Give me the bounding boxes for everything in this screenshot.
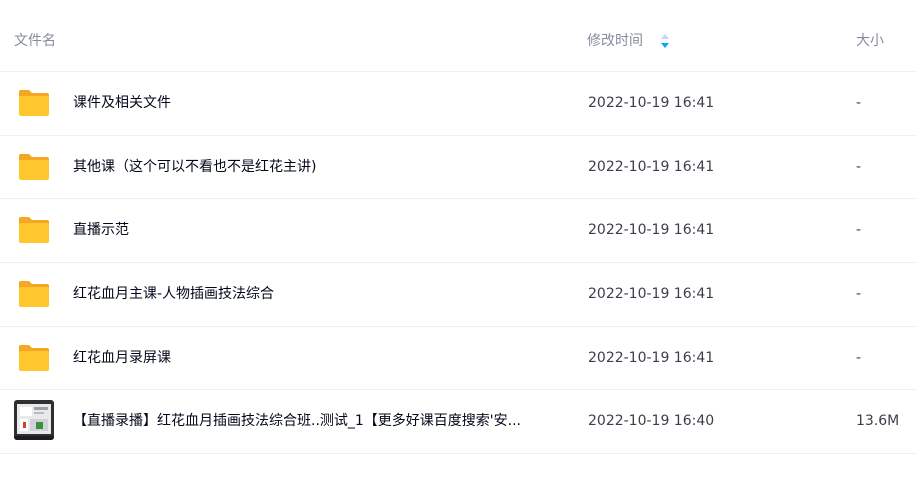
file-name[interactable]: 其他课（这个可以不看也不是红花主讲): [73, 158, 553, 176]
file-name[interactable]: 红花血月主课-人物插画技法综合: [73, 285, 553, 303]
file-modified-time: 2022-10-19 16:41: [588, 349, 715, 366]
folder-icon: [19, 217, 49, 244]
file-name[interactable]: 课件及相关文件: [73, 94, 553, 112]
column-header-size[interactable]: 大小: [856, 32, 884, 50]
file-size: -: [856, 158, 862, 175]
folder-icon: [19, 344, 49, 371]
file-rows: 课件及相关文件 2022-10-19 16:41 - 其他课（这个可以不看也不是…: [0, 72, 917, 455]
video-thumbnail-icon: [14, 400, 54, 441]
file-row[interactable]: 其他课（这个可以不看也不是红花主讲) 2022-10-19 16:41 -: [0, 136, 917, 200]
column-header-modified-time[interactable]: 修改时间: [587, 32, 643, 50]
file-size: -: [856, 222, 862, 239]
file-name[interactable]: 直播示范: [73, 221, 553, 239]
file-size: -: [856, 349, 862, 366]
column-header-name[interactable]: 文件名: [14, 32, 56, 50]
file-size: -: [856, 286, 862, 303]
file-modified-time: 2022-10-19 16:41: [588, 95, 715, 111]
folder-icon: [19, 281, 49, 308]
file-size: 13.6M: [856, 413, 900, 430]
folder-icon: [19, 90, 49, 116]
file-modified-time: 2022-10-19 16:41: [588, 158, 715, 175]
file-name[interactable]: 【直播录播】红花血月插画技法综合班..测试_1【更多好课百度搜索'安...: [73, 412, 553, 430]
file-list-header: 文件名 修改时间 大小: [0, 0, 917, 72]
file-list: 文件名 修改时间 大小 课件及相关文件 2022-10-19 16:41 - 其…: [0, 0, 917, 490]
file-size: -: [856, 95, 862, 111]
file-name[interactable]: 红花血月录屏课: [73, 349, 553, 367]
file-modified-time: 2022-10-19 16:40: [588, 413, 715, 430]
file-row[interactable]: 课件及相关文件 2022-10-19 16:41 -: [0, 72, 917, 136]
file-row[interactable]: 【直播录播】红花血月插画技法综合班..测试_1【更多好课百度搜索'安... 20…: [0, 390, 917, 455]
file-modified-time: 2022-10-19 16:41: [588, 222, 715, 239]
file-row[interactable]: 红花血月录屏课 2022-10-19 16:41 -: [0, 327, 917, 391]
folder-icon: [19, 153, 49, 180]
file-row[interactable]: 直播示范 2022-10-19 16:41 -: [0, 199, 917, 264]
file-modified-time: 2022-10-19 16:41: [588, 286, 715, 303]
file-row[interactable]: 红花血月主课-人物插画技法综合 2022-10-19 16:41 -: [0, 263, 917, 327]
sort-toggle-icon[interactable]: [659, 32, 671, 50]
